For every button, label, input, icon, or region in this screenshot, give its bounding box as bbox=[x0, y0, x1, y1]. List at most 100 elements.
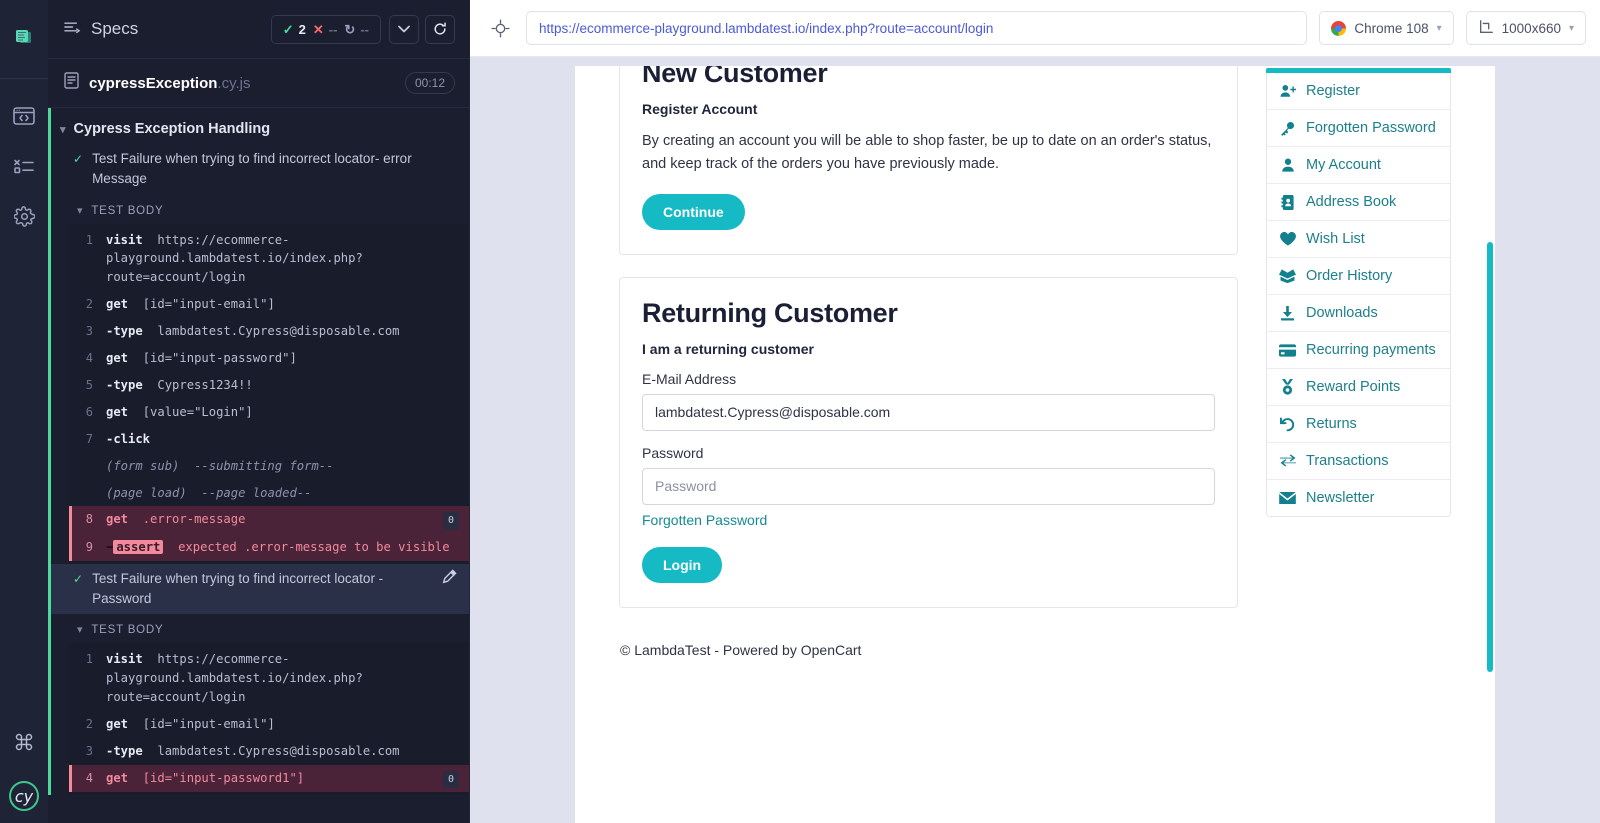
test-title: Test Failure when trying to find incorre… bbox=[92, 569, 433, 610]
sidebar-item-recurring-payments[interactable]: Recurring payments bbox=[1267, 332, 1450, 369]
sidebar-item-newsletter[interactable]: Newsletter bbox=[1267, 480, 1450, 516]
log-source: (page load) bbox=[106, 486, 187, 500]
sidebar-list: Register Forgotten Password bbox=[1266, 73, 1451, 517]
command-result-count: 0 bbox=[443, 512, 459, 530]
password-input[interactable] bbox=[642, 468, 1215, 505]
sidebar-item-order-history[interactable]: Order History bbox=[1267, 258, 1450, 295]
command-method: visit bbox=[106, 233, 143, 247]
command-row-failed[interactable]: 4 get [id="input-password1"] 0 bbox=[69, 765, 469, 793]
stat-pending: ↻ -- bbox=[344, 22, 369, 37]
command-row-assert[interactable]: 9 −assert expected .error-message to be … bbox=[69, 534, 469, 561]
sidebar-item-label: Transactions bbox=[1306, 453, 1388, 469]
command-arg: https://ecommerce-playground.lambdatest.… bbox=[106, 233, 363, 285]
command-arg: lambdatest.Cypress@disposable.com bbox=[157, 744, 399, 758]
login-button[interactable]: Login bbox=[642, 547, 722, 583]
aut-iframe: New Customer Register Account By creatin… bbox=[575, 66, 1495, 823]
command-method: visit bbox=[106, 652, 143, 666]
command-arg: [id="input-password1"] bbox=[143, 771, 304, 785]
command-row[interactable]: 3 -type lambdatest.Cypress@disposable.co… bbox=[69, 318, 469, 345]
chevron-down-icon: ▾ bbox=[1437, 23, 1442, 34]
aut-panel: https://ecommerce-playground.lambdatest.… bbox=[470, 0, 1600, 823]
command-method: get bbox=[106, 297, 128, 311]
test-title-row[interactable]: ✓ Test Failure when trying to find incor… bbox=[51, 144, 469, 195]
command-method: get bbox=[106, 405, 128, 419]
pending-circle-icon: ↻ bbox=[344, 23, 355, 36]
cross-icon: ✕ bbox=[313, 23, 324, 36]
runnable-root: ▾ Cypress Exception Handling ✓ Test Fail… bbox=[48, 108, 469, 795]
user-plus-icon bbox=[1279, 84, 1296, 98]
browser-code-icon[interactable] bbox=[0, 91, 48, 141]
command-method: get bbox=[106, 717, 128, 731]
command-row[interactable]: 2 get [id="input-email"] bbox=[69, 291, 469, 318]
sidebar-item-reward-points[interactable]: Reward Points bbox=[1267, 369, 1450, 406]
command-method: -click bbox=[106, 432, 150, 446]
suite-title: Cypress Exception Handling bbox=[74, 121, 271, 137]
command-row[interactable]: 6 get [value="Login"] bbox=[69, 399, 469, 426]
check-icon: ✓ bbox=[73, 149, 83, 169]
account-sidebar: Register Forgotten Password bbox=[1266, 66, 1451, 823]
chevron-down-icon: ▾ bbox=[1569, 23, 1574, 34]
page-main-column: New Customer Register Account By creatin… bbox=[619, 66, 1238, 823]
spec-file-row[interactable]: cypressException.cy.js 00:12 bbox=[48, 59, 469, 108]
cypress-logo[interactable]: cy bbox=[9, 781, 39, 811]
command-row-failed[interactable]: 8 get .error-message 0 bbox=[69, 506, 469, 534]
url-bar[interactable]: https://ecommerce-playground.lambdatest.… bbox=[526, 11, 1307, 45]
specs-title-group: Specs bbox=[64, 19, 138, 39]
email-field-group: E-Mail Address bbox=[642, 371, 1215, 431]
test-body-label[interactable]: ▾ TEST BODY bbox=[51, 195, 469, 224]
sidebar-item-my-account[interactable]: My Account bbox=[1267, 147, 1450, 184]
sidebar-item-address-book[interactable]: Address Book bbox=[1267, 184, 1450, 221]
command-arg: [id="input-password"] bbox=[143, 351, 297, 365]
command-row[interactable]: 5 -type Cypress1234!! bbox=[69, 372, 469, 399]
reporter-body: ▾ Cypress Exception Handling ✓ Test Fail… bbox=[48, 108, 469, 823]
command-row[interactable]: 2 get [id="input-email"] bbox=[69, 711, 469, 738]
download-icon bbox=[1279, 306, 1296, 321]
keyboard-shortcuts-icon[interactable] bbox=[0, 717, 48, 767]
sidebar-item-label: Order History bbox=[1306, 268, 1392, 284]
command-row[interactable]: 4 get [id="input-password"] bbox=[69, 345, 469, 372]
rerun-button[interactable] bbox=[425, 15, 455, 44]
address-book-icon bbox=[1279, 195, 1296, 210]
command-method: -type bbox=[106, 378, 143, 392]
browser-selector[interactable]: Chrome 108 ▾ bbox=[1319, 11, 1453, 45]
envelope-icon bbox=[1279, 492, 1296, 504]
pin-icon[interactable] bbox=[442, 569, 457, 590]
login-button-wrap: Login bbox=[642, 530, 1215, 583]
specs-title: Specs bbox=[91, 19, 138, 39]
continue-button[interactable]: Continue bbox=[642, 194, 745, 230]
test-block: ✓ Test Failure when trying to find incor… bbox=[51, 564, 469, 796]
collapse-all-button[interactable] bbox=[389, 15, 419, 44]
selector-playground-icon[interactable] bbox=[486, 14, 514, 42]
sidebar-item-downloads[interactable]: Downloads bbox=[1267, 295, 1450, 332]
spec-file-name: cypressException.cy.js bbox=[89, 75, 250, 92]
command-row[interactable]: 1 visit https://ecommerce-playground.lam… bbox=[69, 227, 469, 292]
aut-scrollbar-thumb[interactable] bbox=[1487, 242, 1493, 672]
web-page: New Customer Register Account By creatin… bbox=[575, 66, 1495, 823]
email-input[interactable] bbox=[642, 394, 1215, 431]
forgotten-password-link[interactable]: Forgotten Password bbox=[642, 512, 767, 528]
register-account-subheading: Register Account bbox=[642, 101, 1215, 117]
settings-gear-icon[interactable] bbox=[0, 191, 48, 241]
sidebar-item-forgotten-password[interactable]: Forgotten Password bbox=[1267, 110, 1450, 147]
suite-title-row[interactable]: ▾ Cypress Exception Handling bbox=[51, 116, 469, 144]
test-body-label[interactable]: ▾ TEST BODY bbox=[51, 614, 469, 643]
command-row[interactable]: 1 visit https://ecommerce-playground.lam… bbox=[69, 646, 469, 711]
sidebar-item-register[interactable]: Register bbox=[1267, 73, 1450, 110]
assert-text: expected .error-message to be visible bbox=[178, 540, 450, 554]
specs-logo-icon[interactable] bbox=[0, 14, 48, 64]
test-title-row[interactable]: ✓ Test Failure when trying to find incor… bbox=[51, 564, 469, 615]
command-arg: [id="input-email"] bbox=[143, 717, 275, 731]
command-result-count: 0 bbox=[443, 771, 459, 789]
spec-file-ext: .cy.js bbox=[217, 75, 250, 92]
test-title: Test Failure when trying to find incorre… bbox=[92, 149, 457, 190]
command-row[interactable]: 7 -click bbox=[69, 426, 469, 453]
sidebar-item-wish-list[interactable]: Wish List bbox=[1267, 221, 1450, 258]
viewport-selector[interactable]: 1000x660 ▾ bbox=[1466, 11, 1586, 45]
debug-list-icon[interactable] bbox=[0, 141, 48, 191]
medal-icon bbox=[1279, 379, 1296, 395]
sidebar-item-returns[interactable]: Returns bbox=[1267, 406, 1450, 443]
command-row[interactable]: 3 -type lambdatest.Cypress@disposable.co… bbox=[69, 738, 469, 765]
command-log-row: (form sub) --submitting form-- bbox=[69, 453, 469, 480]
rail-divider bbox=[0, 78, 48, 79]
sidebar-item-transactions[interactable]: Transactions bbox=[1267, 443, 1450, 480]
